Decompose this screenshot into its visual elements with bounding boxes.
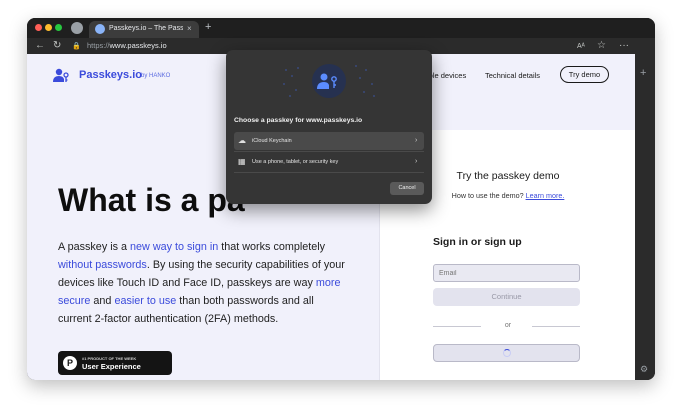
product-hunt-icon: P: [63, 356, 77, 370]
signin-heading: Sign in or sign up: [433, 236, 522, 248]
tab-title: Passkeys.io – The Passkey De: [109, 25, 183, 32]
link-without-passwords[interactable]: without passwords: [58, 259, 147, 271]
reader-mode-icon[interactable]: Aᴬ: [577, 41, 585, 53]
hero-paragraph: A passkey is a new way to sign in that w…: [58, 238, 348, 328]
browser-tab[interactable]: Passkeys.io – The Passkey De ×: [89, 21, 199, 38]
option-phone-tablet-security-key[interactable]: ▦ Use a phone, tablet, or security key ›: [234, 153, 424, 171]
option-label: iCloud Keychain: [252, 138, 292, 144]
url-scheme: https://: [87, 41, 110, 50]
try-demo-button[interactable]: Try demo: [560, 66, 609, 83]
back-icon[interactable]: ←: [35, 40, 45, 52]
nav-technical-details[interactable]: Technical details: [485, 71, 540, 81]
lock-icon[interactable]: 🔒: [72, 41, 81, 53]
passkey-chooser-dialog: Choose a passkey for www.passkeys.io ☁ i…: [226, 50, 432, 204]
browser-window: Passkeys.io – The Passkey De × + ← ↻ 🔒 h…: [27, 18, 655, 380]
popup-title: Choose a passkey for www.passkeys.io: [234, 117, 363, 124]
cloud-icon: ☁: [238, 136, 246, 145]
close-window-button[interactable]: [35, 24, 42, 31]
more-menu-icon[interactable]: ···: [619, 40, 629, 52]
badge-caption: #1 PRODUCT OF THE WEEK: [82, 356, 137, 361]
sidebar-add-icon[interactable]: +: [640, 68, 646, 79]
url-host: www.passkeys.io: [109, 41, 167, 50]
sidebar-rail: + ⚙: [635, 54, 655, 380]
qr-code-icon: ▦: [238, 157, 246, 166]
email-input[interactable]: [433, 264, 580, 282]
passkey-signin-button[interactable]: [433, 344, 580, 362]
option-icloud-keychain[interactable]: ☁ iCloud Keychain ›: [234, 132, 424, 150]
favicon-icon: [95, 24, 105, 34]
site-logo-text[interactable]: Passkeys.io: [79, 68, 142, 82]
popup-separator: [234, 151, 424, 152]
loading-spinner-icon: [503, 349, 511, 357]
nav-compatible-devices[interactable]: ible devices: [427, 71, 466, 81]
favorite-star-icon[interactable]: ☆: [597, 40, 606, 52]
passkey-logo-icon: [53, 68, 69, 82]
learn-more-link[interactable]: Learn more.: [526, 191, 565, 200]
popup-separator: [234, 172, 424, 173]
divider-left: [433, 326, 481, 327]
demo-subtitle-text: How to use the demo?: [451, 191, 526, 200]
hero-title: What is a pa: [58, 182, 245, 218]
profile-avatar[interactable]: [71, 22, 83, 34]
address-bar[interactable]: https://www.passkeys.io: [87, 41, 167, 51]
link-easier-to-use[interactable]: easier to use: [114, 295, 176, 307]
chevron-right-icon: ›: [415, 137, 418, 144]
reload-icon[interactable]: ↻: [53, 40, 61, 52]
divider-right: [532, 326, 580, 327]
chevron-right-icon: ›: [415, 158, 418, 165]
badge-title: User Experience: [82, 362, 141, 371]
product-hunt-badge[interactable]: P #1 PRODUCT OF THE WEEK User Experience: [58, 351, 172, 375]
settings-gear-icon[interactable]: ⚙: [640, 364, 648, 374]
option-label: Use a phone, tablet, or security key: [252, 159, 339, 165]
or-separator: or: [504, 322, 512, 329]
para-text: A passkey is a: [58, 241, 131, 253]
tab-strip: Passkeys.io – The Passkey De × +: [27, 18, 655, 38]
logo-by-hanko: by HANKO: [141, 73, 171, 79]
passkey-illustration: [283, 64, 375, 98]
maximize-window-button[interactable]: [55, 24, 62, 31]
para-text: that works completely: [218, 241, 326, 253]
minimize-window-button[interactable]: [45, 24, 52, 31]
link-new-way-to-sign-in[interactable]: new way to sign in: [130, 241, 218, 253]
cancel-button[interactable]: Cancel: [390, 182, 424, 195]
tab-close-icon[interactable]: ×: [187, 24, 192, 34]
para-text: and: [90, 295, 115, 307]
continue-button[interactable]: Continue: [433, 288, 580, 306]
screenshot-canvas: Passkeys.io – The Passkey De × + ← ↻ 🔒 h…: [0, 0, 680, 416]
new-tab-button[interactable]: +: [205, 21, 211, 33]
